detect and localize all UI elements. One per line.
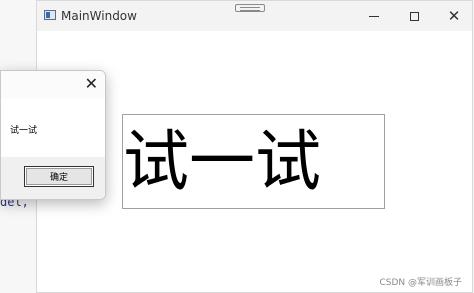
- minimize-icon: [369, 15, 379, 17]
- dialog-message: 试一试: [10, 126, 38, 136]
- close-icon: ✕: [447, 6, 461, 25]
- text-label: 试一试: [122, 114, 385, 209]
- label-text: 试一试: [123, 123, 321, 200]
- dialog-title-bar[interactable]: ✕: [1, 71, 105, 99]
- window-title: MainWindow: [61, 9, 137, 23]
- close-button[interactable]: ✕: [434, 1, 474, 31]
- minimize-button[interactable]: [354, 1, 394, 31]
- app-icon: [44, 10, 56, 20]
- title-bar[interactable]: MainWindow ✕: [37, 1, 472, 31]
- ok-button[interactable]: 确定: [24, 166, 94, 187]
- snap-grip-icon[interactable]: [235, 4, 265, 12]
- dialog-close-icon[interactable]: ✕: [85, 75, 98, 93]
- message-box: ✕ 试一试 确定: [0, 70, 106, 200]
- watermark: CSDN @军训画板子: [379, 278, 462, 288]
- maximize-button[interactable]: [394, 1, 434, 31]
- maximize-icon: [409, 11, 419, 21]
